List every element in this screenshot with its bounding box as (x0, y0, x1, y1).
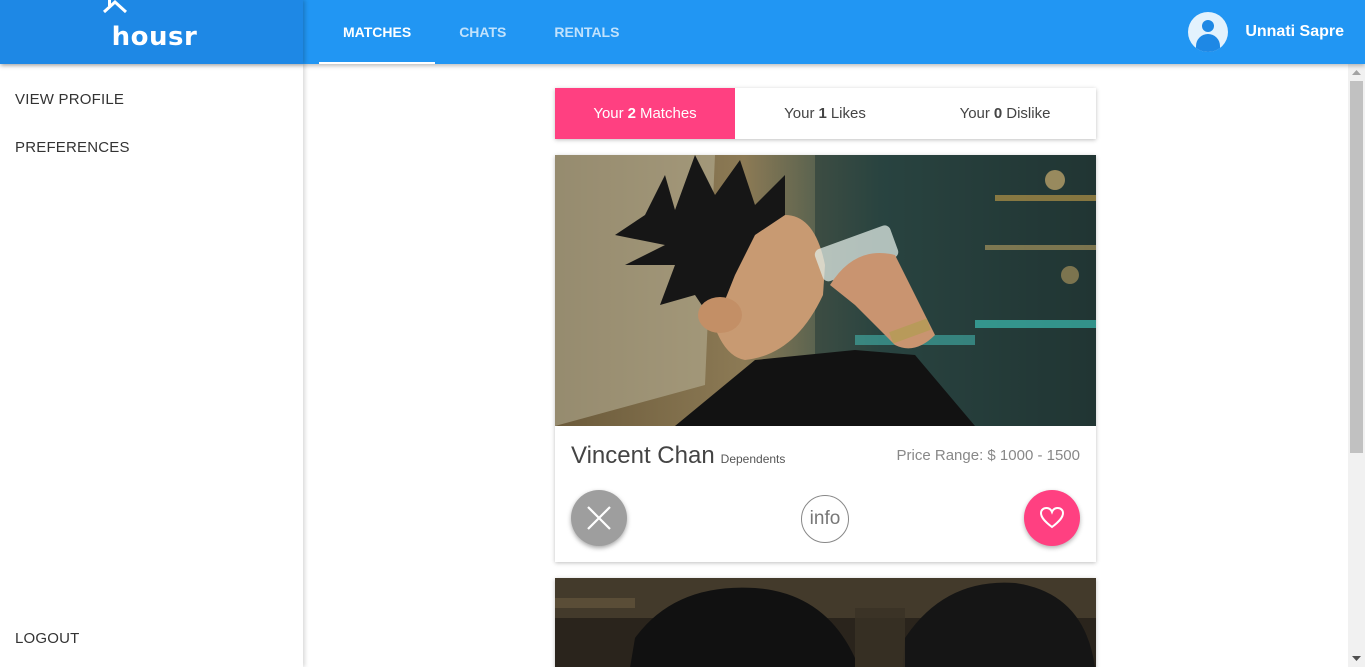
likes-count: 1 (818, 105, 827, 122)
scroll-up-arrow-icon[interactable] (1348, 64, 1365, 81)
dislikes-prefix: Your (959, 105, 990, 122)
heart-icon (1039, 506, 1065, 529)
logo-area: housr (0, 0, 303, 64)
profile-photo[interactable] (555, 155, 1096, 426)
tab-matches[interactable]: MATCHES (319, 0, 436, 64)
sidebar: VIEW PROFILE PREFERENCES LOGOUT (0, 64, 303, 667)
scroll-down-arrow-icon[interactable] (1348, 650, 1365, 667)
match-tag: Dependents (720, 452, 786, 466)
main-content: Your 2 Matches Your 1 Likes Your 0 Disli… (303, 64, 1348, 667)
dislikes-suffix: Dislike (1006, 105, 1051, 122)
dislike-button[interactable] (571, 490, 627, 546)
sidebar-item-view-profile[interactable]: VIEW PROFILE (15, 91, 124, 108)
like-button[interactable] (1024, 490, 1080, 546)
sidebar-item-logout[interactable]: LOGOUT (15, 630, 80, 647)
profile-photo-image (555, 155, 1096, 426)
close-icon (587, 506, 611, 530)
profile-photo-image (555, 578, 1096, 667)
match-name: Vincent Chan (571, 442, 715, 469)
user-menu[interactable]: Unnati Sapre (1188, 0, 1344, 64)
page-scrollbar[interactable] (1348, 64, 1365, 667)
scrollbar-thumb[interactable] (1350, 81, 1363, 453)
matches-prefix: Your (593, 105, 624, 122)
profile-photo[interactable] (555, 578, 1096, 667)
sidebar-item-preferences[interactable]: PREFERENCES (15, 139, 130, 156)
tab-chats[interactable]: CHATS (435, 0, 530, 64)
house-roof-icon (102, 0, 127, 14)
user-avatar-icon[interactable] (1188, 12, 1229, 52)
price-range: Price Range: $ 1000 - 1500 (896, 447, 1080, 464)
dislikes-count: 0 (993, 105, 1003, 122)
housr-logo[interactable]: housr (102, 0, 198, 52)
user-name[interactable]: Unnati Sapre (1245, 23, 1344, 41)
tab-your-likes[interactable]: Your 1 Likes (735, 88, 915, 139)
tab-rentals[interactable]: RENTALS (530, 0, 643, 64)
main-nav-tabs: MATCHES CHATS RENTALS (319, 0, 643, 64)
matches-count: 2 (627, 105, 636, 122)
top-app-bar: housr MATCHES CHATS RENTALS Unnati Sapre (0, 0, 1365, 64)
likes-suffix: Likes (830, 105, 866, 122)
likes-prefix: Your (784, 105, 815, 122)
match-count-tabs: Your 2 Matches Your 1 Likes Your 0 Disli… (555, 88, 1096, 139)
match-name-row: Vincent Chan Dependents (571, 442, 785, 470)
tab-your-dislikes[interactable]: Your 0 Dislike (915, 88, 1095, 139)
avatar-body (1196, 34, 1221, 52)
tab-your-matches[interactable]: Your 2 Matches (555, 88, 735, 139)
match-card: Vincent Chan Dependents Price Range: $ 1… (555, 155, 1096, 562)
match-card (555, 578, 1096, 667)
avatar-head (1202, 20, 1215, 32)
info-button[interactable]: info (801, 495, 849, 543)
matches-suffix: Matches (639, 105, 697, 122)
